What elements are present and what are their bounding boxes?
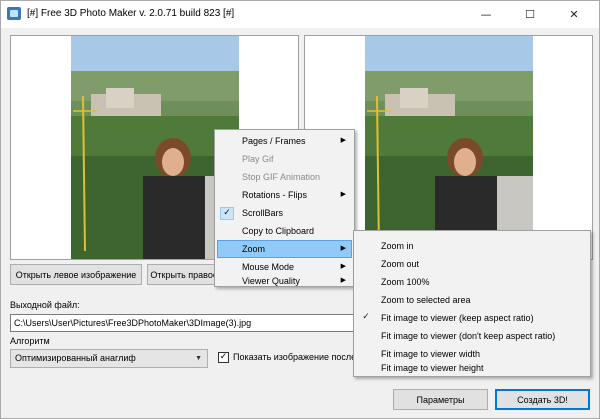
chevron-down-icon: ▼	[195, 355, 202, 362]
algorithm-select[interactable]: Оптимизированный анаглиф ▼	[10, 349, 208, 368]
chevron-right-icon: ▶	[340, 245, 346, 252]
zoom-item-zoom-100[interactable]: Zoom 100%	[356, 273, 588, 291]
parameters-button[interactable]: Параметры	[393, 389, 488, 410]
algorithm-label: Алгоритм	[10, 336, 50, 346]
menu-item-scrollbars[interactable]: ✓ ScrollBars	[217, 204, 352, 222]
context-menu: Pages / Frames ▶ Play Gif Stop GIF Anima…	[214, 129, 355, 287]
create-3d-button[interactable]: Создать 3D!	[495, 389, 590, 410]
menu-item-play-gif[interactable]: Play Gif	[217, 150, 352, 168]
title-bar[interactable]: [#] Free 3D Photo Maker v. 2.0.71 build …	[1, 1, 599, 28]
chevron-right-icon: ▶	[340, 191, 346, 198]
menu-item-stop-gif-animation[interactable]: Stop GIF Animation	[217, 168, 352, 186]
open-left-image-button[interactable]: Открыть левое изображение	[10, 264, 142, 285]
right-photo	[365, 36, 533, 259]
close-button[interactable]: ✕	[552, 1, 596, 28]
maximize-button[interactable]: ☐	[508, 1, 552, 28]
app-icon	[7, 7, 21, 20]
chevron-right-icon: ▶	[340, 263, 346, 270]
menu-item-copy-to-clipboard[interactable]: Copy to Clipboard	[217, 222, 352, 240]
output-file-field[interactable]: C:\Users\User\Pictures\Free3DPhotoMaker\…	[10, 314, 355, 332]
check-icon: ✓	[220, 207, 234, 220]
show-image-checkbox[interactable]: ✓	[218, 352, 229, 363]
chevron-right-icon: ▶	[340, 137, 346, 144]
output-file-label: Выходной файл:	[10, 300, 80, 310]
menu-item-zoom[interactable]: Zoom ▶	[217, 240, 352, 258]
algorithm-selected-value: Оптимизированный анаглиф	[15, 353, 136, 363]
show-image-label: Показать изображение после	[233, 352, 357, 362]
menu-item-viewer-quality[interactable]: Viewer Quality ▶	[217, 276, 352, 286]
zoom-submenu: Zoom in Zoom out Zoom 100% Zoom to selec…	[353, 230, 591, 377]
menu-item-pages-frames[interactable]: Pages / Frames ▶	[217, 132, 352, 150]
check-icon: ✓	[362, 312, 370, 322]
zoom-item-zoom-to-selected-area[interactable]: Zoom to selected area	[356, 291, 588, 309]
minimize-button[interactable]: —	[464, 1, 508, 28]
app-window: [#] Free 3D Photo Maker v. 2.0.71 build …	[0, 0, 600, 419]
zoom-item-zoom-in[interactable]: Zoom in	[356, 237, 588, 255]
zoom-item-fit-keep-aspect[interactable]: ✓ Fit image to viewer (keep aspect ratio…	[356, 309, 588, 327]
menu-item-mouse-mode[interactable]: Mouse Mode ▶	[217, 258, 352, 276]
zoom-item-zoom-out[interactable]: Zoom out	[356, 255, 588, 273]
window-title: [#] Free 3D Photo Maker v. 2.0.71 build …	[27, 8, 235, 19]
chevron-right-icon: ▶	[340, 277, 346, 284]
zoom-item-fit-dont-keep-aspect[interactable]: Fit image to viewer (don't keep aspect r…	[356, 327, 588, 345]
menu-item-rotations-flips[interactable]: Rotations - Flips ▶	[217, 186, 352, 204]
zoom-item-fit-height[interactable]: Fit image to viewer height	[356, 361, 588, 375]
